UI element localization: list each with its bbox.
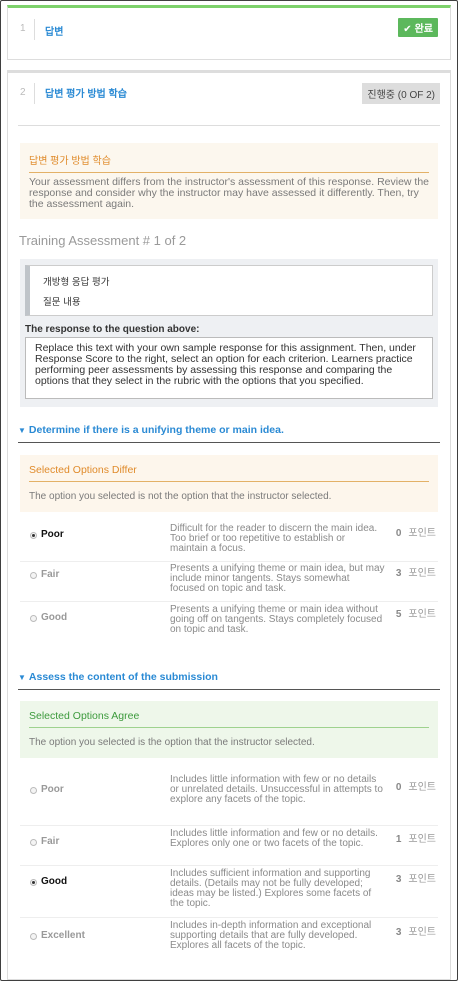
status-badge-label: 완료 <box>414 24 433 35</box>
radio-button[interactable] <box>30 879 37 886</box>
option-description: Difficult for the reader to discern the … <box>170 523 378 554</box>
divider <box>34 19 35 40</box>
option-row[interactable]: Excellent Includes in-depth information … <box>20 917 438 967</box>
option-description: Includes little information with few or … <box>170 774 383 805</box>
option-description: Presents a unifying theme or main idea w… <box>170 604 383 635</box>
option-name: Poor <box>41 529 64 540</box>
feedback-body: The option you selected is the option th… <box>29 737 315 748</box>
option-row[interactable]: Fair Includes little information and few… <box>20 825 438 865</box>
option-name: Excellent <box>41 930 85 941</box>
prompt-title: 개방형 응답 평가 <box>43 277 110 288</box>
radio-button[interactable] <box>30 572 37 579</box>
criterion-toggle[interactable]: ▼ Assess the content of the submission <box>18 671 218 683</box>
step-title-link[interactable]: 답변 평가 방법 학습 <box>45 85 127 100</box>
option-name: Fair <box>41 836 60 847</box>
option-row[interactable]: Good Presents a unifying theme or main i… <box>20 601 438 641</box>
question-prompt: 개방형 응답 평가 질문 내용 <box>25 265 433 316</box>
option-points: 0 포인트 <box>395 782 436 793</box>
note-body: Your assessment differs from the instruc… <box>29 176 430 210</box>
option-points: 3 포인트 <box>395 927 436 938</box>
option-points: 5 포인트 <box>395 609 436 620</box>
option-points: 1 포인트 <box>395 834 436 845</box>
criterion-title: Determine if there is a unifying theme o… <box>28 424 284 436</box>
check-icon: ✔ <box>403 24 412 35</box>
instruction-note: 답변 평가 방법 학습 Your assessment differs from… <box>20 143 438 219</box>
option-description: Presents a unifying theme or main idea, … <box>170 563 385 594</box>
feedback-differ: Selected Options Differ The option you s… <box>20 455 438 512</box>
status-badge: ✔ 완료 <box>398 18 438 37</box>
option-description: Includes in-depth information and except… <box>170 920 372 951</box>
option-name: Poor <box>41 784 64 795</box>
sample-response: Replace this text with your own sample r… <box>25 337 433 399</box>
radio-button[interactable] <box>30 532 37 539</box>
option-name: Good <box>41 612 68 623</box>
radio-button[interactable] <box>30 839 37 846</box>
feedback-body: The option you selected is not the optio… <box>29 491 332 502</box>
feedback-title: Selected Options Agree <box>29 710 429 728</box>
step-response: 1 답변 ✔ 완료 <box>7 5 451 60</box>
progress-badge: 진행중 (0 OF 2) <box>362 83 440 104</box>
step-learn-to-assess: 2 답변 평가 방법 학습 진행중 (0 OF 2) 답변 평가 방법 학습 Y… <box>7 70 451 980</box>
divider <box>20 561 438 562</box>
option-name: Good <box>41 876 68 887</box>
radio-button[interactable] <box>30 933 37 940</box>
caret-down-icon: ▼ <box>18 426 26 435</box>
option-description: Includes little information and few or n… <box>170 828 378 849</box>
feedback-title: Selected Options Differ <box>29 464 429 482</box>
step-number: 2 <box>20 87 26 98</box>
divider <box>20 601 438 602</box>
option-row[interactable]: Poor Difficult for the reader to discern… <box>20 521 438 561</box>
note-title: 답변 평가 방법 학습 <box>29 152 429 173</box>
criterion-title: Assess the content of the submission <box>28 671 218 683</box>
divider <box>20 865 438 866</box>
radio-button[interactable] <box>30 615 37 622</box>
option-row[interactable]: Poor Includes little information with fe… <box>20 773 438 825</box>
option-description: Includes sufficient information and supp… <box>170 868 372 909</box>
divider <box>20 917 438 918</box>
criterion-toggle[interactable]: ▼ Determine if there is a unifying theme … <box>18 424 284 436</box>
prompt-panel: 개방형 응답 평가 질문 내용 The response to the ques… <box>20 259 438 407</box>
option-points: 3 포인트 <box>395 874 436 885</box>
option-points: 0 포인트 <box>395 528 436 539</box>
divider <box>18 125 440 126</box>
option-row[interactable]: Fair Presents a unifying theme or main i… <box>20 561 438 601</box>
divider <box>18 689 440 690</box>
divider <box>20 825 438 826</box>
divider <box>34 83 35 104</box>
feedback-agree: Selected Options Agree The option you se… <box>20 701 438 758</box>
option-row[interactable]: Good Includes sufficient information and… <box>20 865 438 917</box>
response-label: The response to the question above: <box>25 324 200 335</box>
step-number: 1 <box>20 23 26 34</box>
option-points: 3 포인트 <box>395 568 436 579</box>
divider <box>18 442 440 443</box>
training-assessment-title: Training Assessment # 1 of 2 <box>19 233 187 248</box>
radio-button[interactable] <box>30 787 37 794</box>
step-title-link[interactable]: 답변 <box>45 23 63 38</box>
prompt-question: 질문 내용 <box>43 297 81 308</box>
caret-down-icon: ▼ <box>18 673 26 682</box>
option-name: Fair <box>41 569 60 580</box>
